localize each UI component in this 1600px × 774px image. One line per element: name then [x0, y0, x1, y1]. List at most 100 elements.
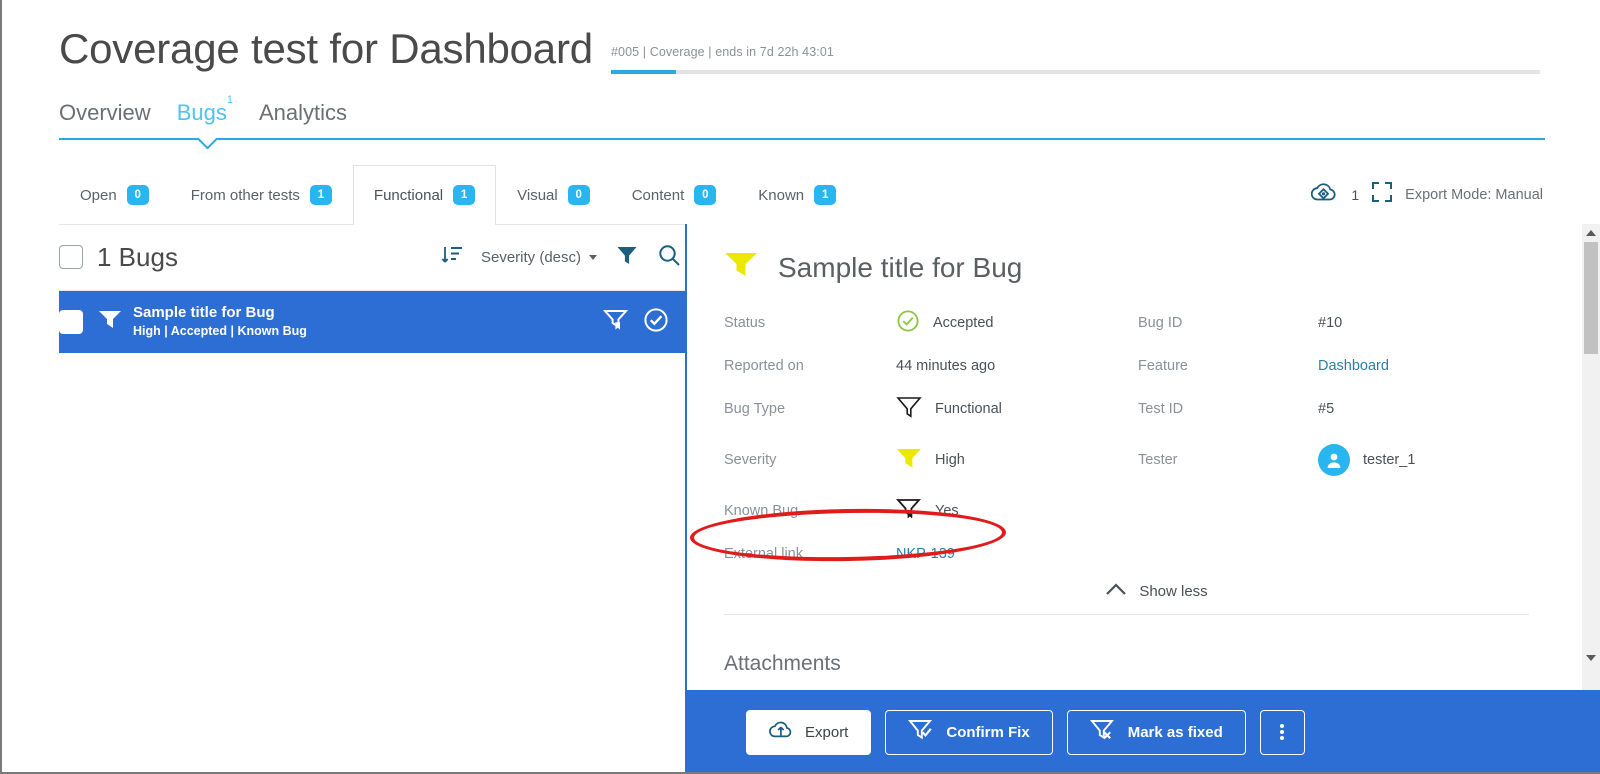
select-all-checkbox[interactable] — [59, 245, 83, 269]
cloud-upload-icon — [769, 720, 793, 744]
funnel-bookmark-icon — [896, 497, 922, 525]
subtab-functional[interactable]: Functional 1 — [352, 165, 497, 225]
field-label-bug-type: Bug Type — [724, 401, 786, 417]
title-row: Coverage test for Dashboard — [59, 28, 593, 70]
field-label-known-bug: Known Bug — [724, 503, 799, 519]
test-meta-text: #005 | Coverage | ends in 7d 22h 43:01 — [611, 45, 834, 59]
bug-detail-title: Sample title for Bug — [778, 251, 1023, 283]
show-less-label: Show less — [1139, 582, 1208, 600]
subtab-from-other-tests-count: 1 — [309, 185, 332, 205]
subtabs-right-actions: 1 Export Mode: Manual — [1311, 165, 1545, 224]
funnel-check-icon — [908, 718, 934, 746]
filter-icon[interactable] — [615, 243, 639, 272]
subtab-open[interactable]: Open 0 — [59, 165, 170, 224]
bug-row-checkbox[interactable] — [59, 310, 83, 334]
nav-active-indicator — [196, 138, 218, 149]
export-button[interactable]: Export — [746, 709, 872, 755]
scrollbar-up-arrow[interactable] — [1582, 224, 1600, 242]
confirm-fix-button-label: Confirm Fix — [946, 723, 1030, 741]
bug-action-bar: Export Confirm Fix Mark as fixed — [687, 690, 1600, 774]
integration-count: 1 — [1351, 186, 1360, 203]
bug-category-tabs: Open 0 From other tests 1 Functional 1 V… — [59, 165, 1545, 225]
field-label-feature: Feature — [1138, 358, 1188, 374]
subtab-visual[interactable]: Visual 0 — [496, 165, 611, 224]
integration-cloud-icon[interactable] — [1311, 181, 1337, 208]
subtab-content-count: 0 — [694, 185, 717, 205]
subtab-open-count: 0 — [126, 185, 149, 205]
bug-list-item[interactable]: Sample title for Bug High | Accepted | K… — [59, 291, 685, 353]
field-label-test-id: Test ID — [1138, 401, 1184, 417]
fullscreen-icon[interactable] — [1371, 181, 1393, 208]
mark-as-fixed-button-label: Mark as fixed — [1127, 723, 1223, 741]
bug-list-header: 1 Bugs Severity (desc) — [59, 224, 685, 291]
subtab-functional-count: 1 — [453, 185, 476, 205]
search-icon[interactable] — [657, 243, 681, 272]
show-less-toggle[interactable]: Show less — [724, 582, 1529, 600]
check-circle-green-icon — [896, 309, 920, 337]
scrollbar-thumb[interactable] — [1584, 242, 1598, 354]
field-label-severity: Severity — [724, 452, 777, 468]
subtab-visual-label: Visual — [517, 186, 558, 204]
scrollbar-down-arrow[interactable] — [1582, 649, 1600, 667]
bug-detail-content: Sample title for Bug Status Accepted Bug… — [687, 224, 1559, 719]
nav-tab-analytics-label: Analytics — [258, 100, 348, 125]
field-label-tester: Tester — [1138, 452, 1178, 468]
subtab-from-other-tests[interactable]: From other tests 1 — [170, 165, 353, 224]
severity-high-icon — [724, 250, 758, 285]
field-label-bug-id: Bug ID — [1138, 315, 1183, 331]
field-value-status: Accepted — [896, 309, 1138, 337]
subtab-from-other-tests-label: From other tests — [190, 186, 300, 204]
subtab-content[interactable]: Content 0 — [611, 165, 738, 224]
chevron-up-icon — [1105, 582, 1127, 600]
bug-list-pane: 1 Bugs Severity (desc) Sample title for … — [59, 224, 687, 774]
field-value-known-bug-text: Yes — [935, 503, 959, 519]
field-value-bug-type-text: Functional — [935, 401, 1002, 417]
nav-tab-analytics[interactable]: Analytics — [259, 100, 347, 126]
avatar — [1318, 444, 1350, 476]
page-title: Coverage test for Dashboard — [59, 25, 593, 72]
triangle-up-icon — [1586, 230, 1596, 236]
triangle-down-icon — [1586, 655, 1596, 661]
subtab-known[interactable]: Known 1 — [737, 165, 857, 224]
subtab-known-label: Known — [758, 186, 805, 204]
test-progress-bar — [611, 70, 1540, 74]
field-value-reported-on: 44 minutes ago — [896, 358, 996, 374]
nav-tab-overview[interactable]: Overview — [59, 100, 151, 126]
funnel-x-icon — [1089, 718, 1116, 746]
bug-list-tools: Severity (desc) — [441, 243, 681, 272]
accepted-check-icon[interactable] — [643, 307, 669, 338]
export-mode-label: Export Mode: Manual — [1405, 186, 1543, 203]
subtab-visual-count: 0 — [567, 185, 590, 205]
funnel-outline-icon — [896, 395, 922, 423]
nav-tab-bugs-superscript: 1 — [226, 93, 233, 106]
mark-as-fixed-button[interactable]: Mark as fixed — [1066, 709, 1246, 755]
nav-tab-overview-label: Overview — [59, 100, 151, 125]
field-value-external-link[interactable]: NKP-139 — [896, 546, 1138, 562]
field-label-reported-on: Reported on — [724, 358, 804, 374]
field-label-external-link: External link — [724, 546, 803, 562]
chevron-down-icon — [589, 254, 597, 260]
bug-row-actions — [602, 307, 669, 338]
test-progress-fill — [611, 70, 677, 74]
known-bug-icon[interactable] — [602, 307, 629, 338]
more-actions-button[interactable] — [1259, 709, 1305, 755]
bug-detail-header: Sample title for Bug — [724, 250, 1529, 285]
page-header: Coverage test for Dashboard #005 | Cover… — [0, 0, 1600, 95]
severity-high-icon — [97, 308, 123, 337]
field-value-tester-text: tester_1 — [1363, 452, 1416, 468]
bug-row-text: Sample title for Bug High | Accepted | K… — [133, 305, 307, 338]
nav-tab-bugs[interactable]: Bugs1 — [177, 94, 233, 126]
field-value-feature[interactable]: Dashboard — [1318, 358, 1529, 374]
bug-row-title: Sample title for Bug — [133, 304, 275, 322]
confirm-fix-button[interactable]: Confirm Fix — [885, 709, 1053, 755]
field-value-bug-type: Functional — [896, 395, 1138, 423]
sort-selector[interactable]: Severity (desc) — [481, 249, 597, 266]
funnel-yellow-icon — [896, 446, 922, 474]
field-label-status: Status — [724, 315, 766, 331]
sort-direction-icon[interactable] — [441, 244, 463, 271]
bug-row-subtitle: High | Accepted | Known Bug — [133, 323, 307, 338]
detail-divider — [724, 614, 1529, 615]
field-value-test-id: #5 — [1318, 401, 1335, 417]
test-meta-block: #005 | Coverage | ends in 7d 22h 43:01 — [611, 45, 1546, 74]
sort-selector-label: Severity (desc) — [480, 248, 581, 266]
